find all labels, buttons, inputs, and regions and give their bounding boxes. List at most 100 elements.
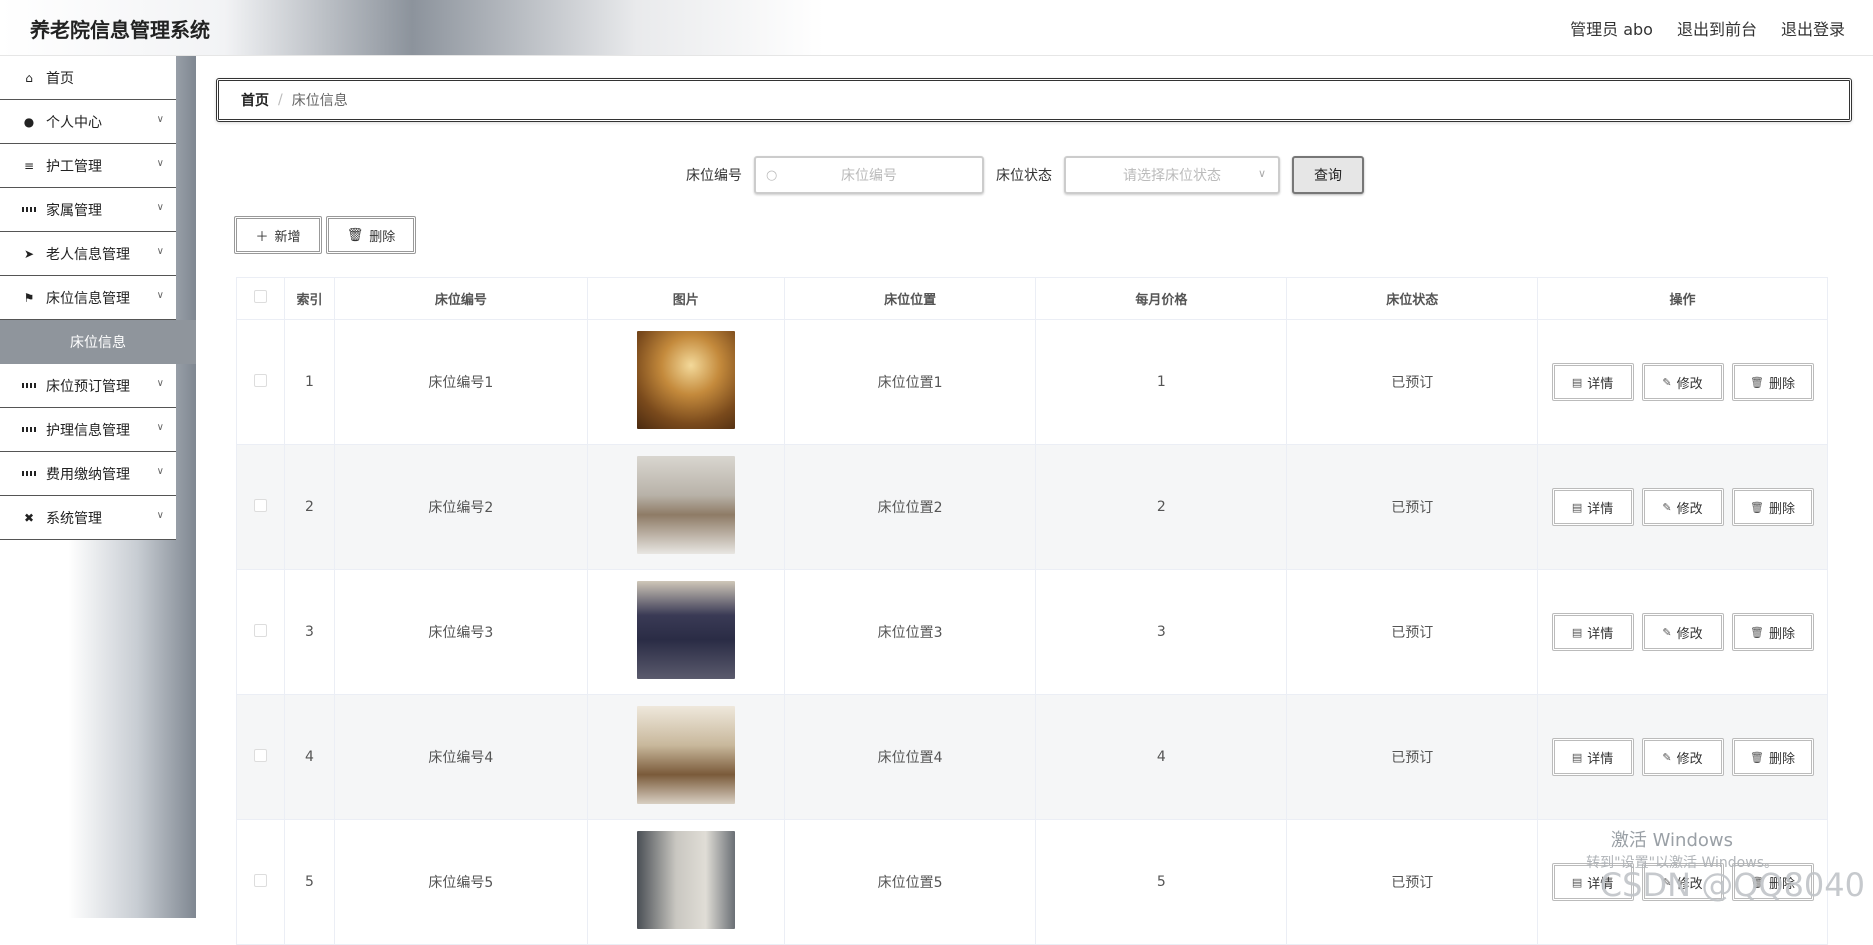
document-icon: ▤ xyxy=(1571,375,1583,389)
bed-no-label: 床位编号 xyxy=(686,168,742,184)
detail-label: 详情 xyxy=(1587,751,1614,767)
pencil-icon: ✎ xyxy=(1662,500,1672,514)
row-select[interactable] xyxy=(236,569,285,695)
chevron-down-icon: ∨ xyxy=(156,246,164,257)
current-user[interactable]: 管理员 abo xyxy=(1570,16,1653,40)
detail-button[interactable]: ▤ 详情 xyxy=(1551,613,1634,651)
user-icon: ● xyxy=(23,114,35,129)
edit-button[interactable]: ✎ 修改 xyxy=(1641,363,1724,401)
edit-button[interactable]: ✎ 修改 xyxy=(1641,488,1724,526)
home-icon: ⌂ xyxy=(25,70,33,85)
cell-bed-no: 床位编号5 xyxy=(333,819,588,945)
edit-label: 修改 xyxy=(1676,626,1703,642)
sidebar-item-elderly[interactable]: ➤ 老人信息管理 ∨ xyxy=(0,232,176,276)
chevron-down-icon: ∨ xyxy=(156,290,164,301)
bed-photo[interactable] xyxy=(636,831,735,929)
chevron-down-icon: ∨ xyxy=(156,466,164,477)
cell-status: 已预订 xyxy=(1286,319,1539,445)
sidebar-item-system[interactable]: ✖ 系统管理 ∨ xyxy=(0,496,176,540)
sidebar-item-label: 护理信息管理 xyxy=(46,422,130,439)
sidebar-subitem-bed-info[interactable]: 床位信息 xyxy=(0,320,196,364)
detail-button[interactable]: ▤ 详情 xyxy=(1551,363,1634,401)
bed-status-select[interactable]: 请选择床位状态 ∨ xyxy=(1064,156,1280,194)
breadcrumb-current: 床位信息 xyxy=(291,93,348,109)
edit-button[interactable]: ✎ 修改 xyxy=(1641,738,1724,776)
row-select[interactable] xyxy=(236,444,285,570)
row-checkbox[interactable] xyxy=(253,623,267,637)
add-button[interactable]: ＋ 新增 xyxy=(234,216,322,254)
sidebar-item-family[interactable]: 家属管理 ∨ xyxy=(0,188,176,232)
bed-status-placeholder: 请选择床位状态 xyxy=(1123,168,1221,184)
row-checkbox[interactable] xyxy=(253,373,267,387)
sidebar-item-payments[interactable]: 费用缴纳管理 ∨ xyxy=(0,452,176,496)
delete-label: 删除 xyxy=(1769,626,1796,642)
cell-status: 已预订 xyxy=(1286,444,1539,570)
document-icon: ▤ xyxy=(1571,625,1583,639)
row-select[interactable] xyxy=(236,694,285,820)
breadcrumb-separator: / xyxy=(278,92,283,108)
detail-button[interactable]: ▤ 详情 xyxy=(1551,738,1634,776)
cell-image xyxy=(586,319,785,445)
flag-icon: ⚑ xyxy=(23,290,35,305)
edit-button[interactable]: ✎ 修改 xyxy=(1641,613,1724,651)
sidebar-item-label: 系统管理 xyxy=(46,510,102,527)
csdn-watermark: CSDN @QQ8040 xyxy=(1599,866,1865,904)
sidebar-item-label: 老人信息管理 xyxy=(46,246,130,263)
bed-photo[interactable] xyxy=(636,331,735,429)
delete-button[interactable]: 🗑 删除 xyxy=(1731,488,1814,526)
row-checkbox[interactable] xyxy=(253,873,267,887)
row-select[interactable] xyxy=(236,319,285,445)
pencil-icon: ✎ xyxy=(1662,750,1672,764)
sidebar-item-home[interactable]: ⌂ 首页 xyxy=(0,56,176,100)
logout-link[interactable]: 退出登录 xyxy=(1781,16,1845,40)
app-title: 养老院信息管理系统 xyxy=(30,18,210,42)
table-row: 2 床位编号2 床位位置2 2 已预订 ▤ 详情 ✎ 修改 🗑 删除 xyxy=(236,444,1828,570)
cell-price: 5 xyxy=(1035,819,1288,945)
sidebar-item-beds[interactable]: ⚑ 床位信息管理 ∨ xyxy=(0,276,176,320)
trash-icon: 🗑 xyxy=(1750,750,1765,764)
trash-icon: 🗑 xyxy=(1750,625,1765,639)
sidebar-item-profile[interactable]: ● 个人中心 ∨ xyxy=(0,100,176,144)
cell-index: 2 xyxy=(283,444,335,570)
cell-price: 1 xyxy=(1035,319,1288,445)
chevron-down-icon: ∨ xyxy=(156,202,164,213)
grid-icon xyxy=(22,423,36,437)
main-content: 首页 / 床位信息 床位编号 ○ 床位编号 床位状态 请选择床位状态 ∨ 查询 … xyxy=(196,56,1873,945)
sidebar: ⌂ 首页 ● 个人中心 ∨ ≡ 护工管理 ∨ 家属管理 ∨ ➤ 老人信息管理 ∨… xyxy=(0,56,196,918)
col-index: 索引 xyxy=(283,277,335,320)
row-checkbox[interactable] xyxy=(253,498,267,512)
batch-delete-button[interactable]: 🗑 删除 xyxy=(326,216,416,254)
col-status: 床位状态 xyxy=(1286,277,1539,320)
row-checkbox[interactable] xyxy=(253,748,267,762)
sidebar-item-label: 首页 xyxy=(46,70,74,87)
toolbar: ＋ 新增 🗑 删除 xyxy=(234,216,416,254)
row-select[interactable] xyxy=(236,819,285,945)
delete-button[interactable]: 🗑 删除 xyxy=(1731,613,1814,651)
document-icon: ▤ xyxy=(1571,875,1583,889)
cell-bed-no: 床位编号3 xyxy=(333,569,588,695)
bed-no-input[interactable]: ○ 床位编号 xyxy=(754,156,984,194)
pencil-icon: ✎ xyxy=(1662,625,1672,639)
breadcrumb: 首页 / 床位信息 xyxy=(216,78,1852,122)
sidebar-item-nursing[interactable]: 护理信息管理 ∨ xyxy=(0,408,176,452)
header-select-all[interactable] xyxy=(236,277,285,320)
grid-icon xyxy=(22,467,36,481)
bed-photo[interactable] xyxy=(636,706,735,804)
list-icon: ≡ xyxy=(23,158,35,173)
select-all-checkbox[interactable] xyxy=(253,290,267,303)
detail-button[interactable]: ▤ 详情 xyxy=(1551,488,1634,526)
cell-bed-no: 床位编号1 xyxy=(333,319,588,445)
bed-photo[interactable] xyxy=(636,581,735,679)
sidebar-item-caregivers[interactable]: ≡ 护工管理 ∨ xyxy=(0,144,176,188)
sidebar-item-bed-booking[interactable]: 床位预订管理 ∨ xyxy=(0,364,176,408)
sidebar-menu: ⌂ 首页 ● 个人中心 ∨ ≡ 护工管理 ∨ 家属管理 ∨ ➤ 老人信息管理 ∨… xyxy=(0,56,196,540)
sidebar-item-label: 床位预订管理 xyxy=(46,378,130,395)
breadcrumb-home[interactable]: 首页 xyxy=(241,90,269,110)
to-front-link[interactable]: 退出到前台 xyxy=(1677,16,1757,40)
delete-button[interactable]: 🗑 删除 xyxy=(1731,363,1814,401)
cell-location: 床位位置1 xyxy=(783,319,1037,445)
query-button[interactable]: 查询 xyxy=(1292,156,1364,194)
delete-button[interactable]: 🗑 删除 xyxy=(1731,738,1814,776)
sidebar-item-label: 家属管理 xyxy=(46,202,102,219)
bed-photo[interactable] xyxy=(636,456,735,554)
